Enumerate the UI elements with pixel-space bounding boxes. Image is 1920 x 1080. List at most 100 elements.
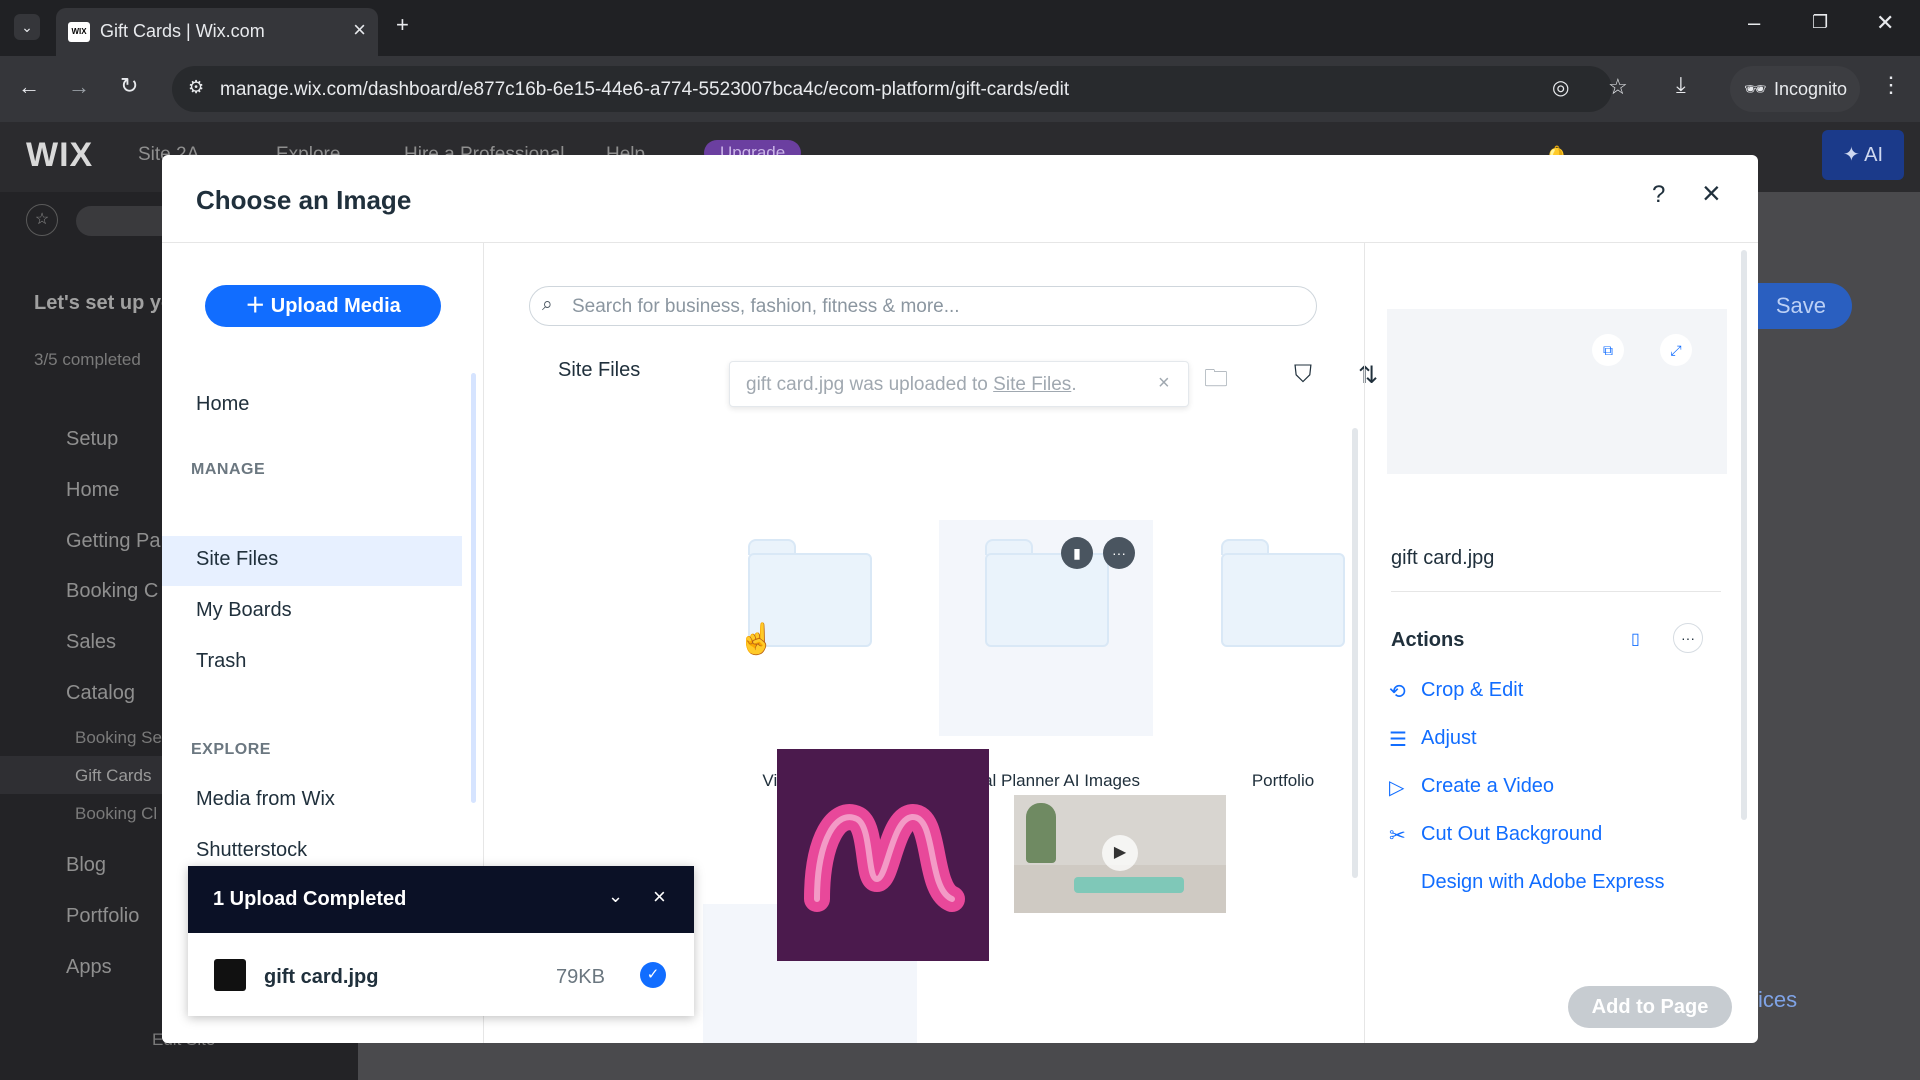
- forward-icon[interactable]: →: [68, 74, 90, 100]
- m-logo-icon: [804, 804, 965, 912]
- image-tile-logo[interactable]: [777, 749, 989, 961]
- sidebar-item-site-files[interactable]: Site Files: [196, 548, 278, 571]
- tab-close-icon[interactable]: ×: [353, 17, 366, 43]
- modal-title: Choose an Image: [196, 185, 412, 215]
- upload-close-icon[interactable]: ×: [653, 884, 666, 910]
- upload-status-header: 1 Upload Completed ⌄ ×: [188, 866, 694, 933]
- nav-catalog[interactable]: Catalog: [66, 682, 135, 705]
- content-scrollbar[interactable]: [1352, 428, 1358, 878]
- manage-heading: MANAGE: [191, 461, 266, 478]
- nav-booking-clients[interactable]: Booking Cl: [75, 804, 157, 824]
- tab-title: Gift Cards | Wix.com: [100, 21, 265, 41]
- new-tab-icon[interactable]: +: [396, 12, 409, 38]
- divider: [1391, 591, 1721, 592]
- prices-link[interactable]: ices: [1758, 987, 1797, 1013]
- nav-blog[interactable]: Blog: [66, 854, 106, 877]
- browser-menu-icon[interactable]: ⋮: [1880, 72, 1902, 98]
- restore-icon[interactable]: ❐: [1812, 12, 1828, 33]
- reload-icon[interactable]: ↻: [120, 73, 138, 99]
- incognito-icon: 🕶: [1744, 79, 1767, 99]
- toast-message: gift card.jpg was uploaded to Site Files…: [746, 374, 1077, 395]
- toast-link[interactable]: Site Files: [993, 374, 1071, 395]
- eye-off-icon[interactable]: ◎: [1552, 75, 1569, 100]
- panel-scrollbar[interactable]: [1741, 250, 1747, 820]
- upload-media-label: Upload Media: [270, 295, 401, 317]
- search-placeholder: Search for business, fashion, fitness & …: [572, 296, 960, 317]
- help-icon[interactable]: ?: [1652, 181, 1665, 209]
- file-preview: ⧉ ⤢: [1387, 309, 1727, 474]
- sidebar-item-trash[interactable]: Trash: [196, 650, 246, 673]
- crop-edit-icon: ⟲: [1389, 681, 1406, 703]
- incognito-label: Incognito: [1774, 79, 1848, 99]
- file-details-panel: ⧉ ⤢ gift card.jpg Actions ▯ ··· ⟲ Crop &…: [1364, 243, 1758, 1043]
- action-adjust[interactable]: Adjust: [1421, 727, 1477, 750]
- quick-access[interactable]: [76, 206, 176, 236]
- folder-icon[interactable]: [1221, 539, 1345, 647]
- browser-tab-bar: ⌄ WIX Gift Cards | Wix.com × + – ❐ ✕: [0, 0, 1920, 56]
- minimize-icon[interactable]: –: [1748, 10, 1760, 36]
- bookmark-icon[interactable]: ▮: [1061, 537, 1093, 569]
- nav-apps[interactable]: Apps: [66, 956, 112, 979]
- section-title: Site Files: [558, 359, 641, 381]
- browser-tab[interactable]: WIX Gift Cards | Wix.com ×: [56, 8, 378, 56]
- toast-text: gift card.jpg was uploaded to: [746, 374, 994, 395]
- action-create-video[interactable]: Create a Video: [1421, 775, 1554, 798]
- modal-close-icon[interactable]: ×: [1702, 175, 1721, 212]
- download-icon[interactable]: ⤓: [1676, 72, 1686, 98]
- upload-file-size: 79KB: [556, 966, 605, 988]
- nav-gift-cards[interactable]: Gift Cards: [75, 766, 152, 786]
- action-adobe-express[interactable]: Design with Adobe Express: [1421, 871, 1664, 894]
- chevron-down-icon[interactable]: ⌄: [608, 886, 623, 907]
- ai-button[interactable]: ✦ AI: [1822, 130, 1904, 180]
- nav-setup[interactable]: Setup: [66, 428, 118, 451]
- nav-booking-services[interactable]: Booking Se: [75, 728, 162, 748]
- sidebar-scrollbar[interactable]: [471, 373, 476, 803]
- crop-icon[interactable]: ⧉: [1592, 334, 1624, 366]
- nav-getting-paid[interactable]: Getting Pa: [66, 530, 161, 553]
- site-info-icon[interactable]: ⚙: [188, 77, 204, 98]
- more-options-icon[interactable]: ···: [1673, 623, 1703, 653]
- media-search-input[interactable]: ⌕ Search for business, fashion, fitness …: [529, 286, 1317, 326]
- add-to-page-button[interactable]: Add to Page: [1568, 986, 1732, 1028]
- upload-thumbnail: [214, 959, 246, 991]
- incognito-indicator[interactable]: 🕶 Incognito: [1730, 66, 1860, 112]
- video-tile[interactable]: ▶: [1014, 795, 1226, 913]
- file-name: gift card.jpg: [1391, 547, 1495, 569]
- toast-close-icon[interactable]: ×: [1158, 372, 1170, 395]
- nav-booking-calendar[interactable]: Booking C: [66, 580, 158, 603]
- sidebar-item-my-boards[interactable]: My Boards: [196, 599, 292, 622]
- tab-search-icon[interactable]: ⌄: [14, 14, 40, 40]
- wix-logo: WIX: [26, 136, 94, 174]
- adjust-icon: ☰: [1389, 729, 1407, 751]
- sidebar-item-home[interactable]: Home: [196, 393, 249, 416]
- filter-icon[interactable]: ⛉: [1294, 361, 1312, 389]
- nav-home[interactable]: Home: [66, 479, 119, 502]
- action-crop-edit[interactable]: Crop & Edit: [1421, 679, 1523, 702]
- nav-portfolio[interactable]: Portfolio: [66, 905, 139, 928]
- hand-cursor-icon: ☝: [738, 623, 776, 656]
- folder-label-portfolio[interactable]: Portfolio: [1173, 771, 1393, 791]
- yoga-mat: [1074, 877, 1184, 893]
- expand-icon[interactable]: ⤢: [1660, 334, 1692, 366]
- search-icon: ⌕: [542, 294, 553, 315]
- new-folder-icon[interactable]: 🗀: [1204, 361, 1228, 402]
- back-icon[interactable]: ←: [18, 74, 40, 100]
- sidebar-item-media-from-wix[interactable]: Media from Wix: [196, 788, 335, 811]
- star-icon[interactable]: ☆: [26, 204, 58, 236]
- video-icon: ▷: [1389, 777, 1405, 799]
- upload-media-button[interactable]: ＋ Upload Media: [205, 285, 441, 327]
- action-cut-out-background[interactable]: Cut Out Background: [1421, 823, 1602, 846]
- more-options-icon[interactable]: ···: [1103, 537, 1135, 569]
- upload-status-panel: 1 Upload Completed ⌄ × gift card.jpg 79K…: [188, 866, 694, 1016]
- bookmark-icon[interactable]: ▯: [1631, 629, 1640, 649]
- address-bar[interactable]: ⚙ manage.wix.com/dashboard/e877c16b-6e15…: [172, 66, 1628, 112]
- bookmark-star-icon[interactable]: ☆: [1608, 74, 1628, 100]
- sidebar-item-shutterstock[interactable]: Shutterstock: [196, 839, 307, 862]
- plant: [1026, 803, 1056, 863]
- window-close-icon[interactable]: ✕: [1876, 10, 1894, 36]
- url-text: manage.wix.com/dashboard/e877c16b-6e15-4…: [220, 79, 1070, 100]
- browser-toolbar: ← → ↻ ⚙ manage.wix.com/dashboard/e877c16…: [0, 56, 1920, 122]
- play-icon[interactable]: ▶: [1102, 835, 1138, 871]
- nav-sales[interactable]: Sales: [66, 631, 116, 654]
- setup-title: Let's set up yo: [34, 292, 174, 314]
